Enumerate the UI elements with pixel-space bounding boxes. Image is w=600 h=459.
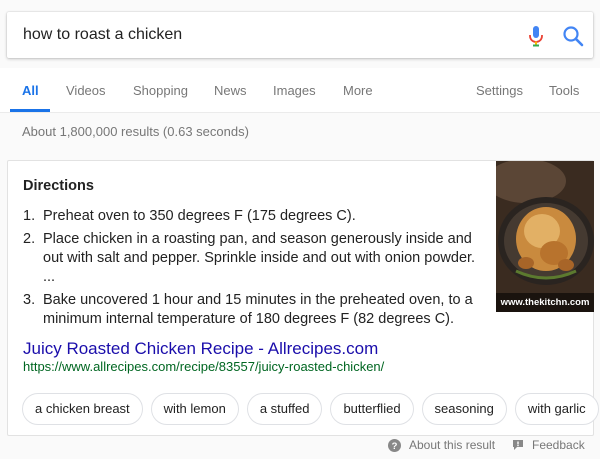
related-searches: a chicken breast with lemon a stuffed bu… [22, 393, 599, 425]
result-stats: About 1,800,000 results (0.63 seconds) [22, 124, 249, 139]
feedback-icon [513, 440, 523, 450]
tab-all[interactable]: All [22, 83, 39, 98]
tab-images[interactable]: Images [273, 83, 316, 98]
help-circle-icon: ? [388, 438, 401, 452]
roast-chicken-illustration [496, 161, 594, 312]
about-this-result-link[interactable]: ? About this result [388, 437, 495, 453]
directions-list: 1. Preheat oven to 350 degrees F (175 de… [23, 207, 483, 333]
about-this-result-label: About this result [409, 438, 496, 452]
roast-chicken-image[interactable]: www.thekitchn.com [496, 161, 594, 312]
result-title-link[interactable]: Juicy Roasted Chicken Recipe - Allrecipe… [23, 339, 378, 359]
tools-link[interactable]: Tools [549, 83, 579, 98]
search-input[interactable] [23, 24, 503, 46]
tab-news[interactable]: News [214, 83, 247, 98]
list-item: 2. Place chicken in a roasting pan, and … [23, 230, 483, 287]
related-chip-with-lemon[interactable]: with lemon [150, 393, 239, 425]
tab-shopping[interactable]: Shopping [133, 83, 188, 98]
step-text: Preheat oven to 350 degrees F (175 degre… [43, 208, 356, 224]
settings-link[interactable]: Settings [476, 83, 523, 98]
active-tab-indicator [10, 109, 50, 112]
search-tabs: All Videos Shopping News Images More Set… [0, 68, 600, 113]
svg-text:?: ? [392, 441, 398, 452]
tab-videos[interactable]: Videos [66, 83, 106, 98]
list-item: 3. Bake uncovered 1 hour and 15 minutes … [23, 291, 483, 329]
list-item: 1. Preheat oven to 350 degrees F (175 de… [23, 207, 483, 226]
step-number: 1. [23, 208, 36, 224]
snippet-heading: Directions [23, 178, 94, 194]
related-chip-seasoning[interactable]: seasoning [421, 393, 507, 425]
image-source-caption: www.thekitchn.com [496, 293, 594, 312]
search-icon[interactable] [562, 25, 584, 47]
step-text: Bake uncovered 1 hour and 15 minutes in … [43, 292, 473, 327]
microphone-icon[interactable] [526, 25, 546, 47]
tab-more[interactable]: More [343, 83, 373, 98]
feedback-link[interactable]: Feedback [512, 437, 585, 453]
feedback-label: Feedback [532, 438, 585, 452]
related-chip-chicken-breast[interactable]: a chicken breast [22, 393, 143, 425]
related-chip-with-garlic[interactable]: with garlic [514, 393, 599, 425]
related-chip-butterflied[interactable]: butterflied [330, 393, 414, 425]
related-chip-stuffed[interactable]: a stuffed [246, 393, 323, 425]
step-text: Place chicken in a roasting pan, and sea… [43, 231, 476, 285]
search-box [7, 12, 593, 58]
step-number: 3. [23, 292, 36, 308]
featured-snippet-card: Directions 1. Preheat oven to 350 degree… [7, 160, 599, 436]
step-number: 2. [23, 231, 36, 247]
result-url: https://www.allrecipes.com/recipe/83557/… [23, 359, 385, 374]
